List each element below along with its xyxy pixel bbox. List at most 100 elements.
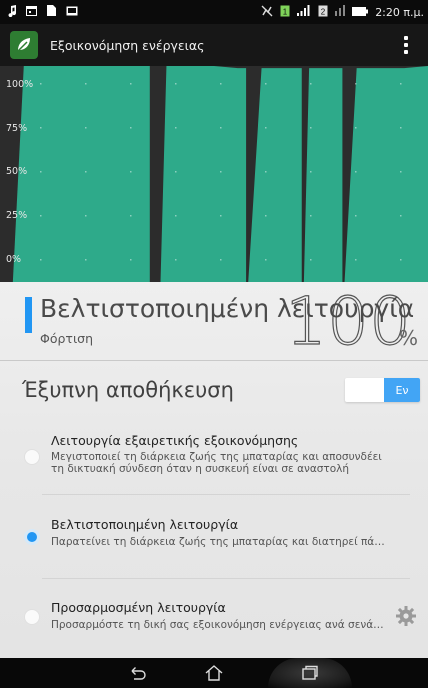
signal-2-icon [335, 5, 346, 19]
grid-dot [175, 215, 177, 217]
grid-dot [310, 259, 312, 261]
grid-dot [85, 215, 87, 217]
gear-icon[interactable] [395, 605, 417, 627]
y-tick-label: 50% [6, 166, 28, 177]
grid-dot [130, 171, 132, 173]
grid-dot [400, 259, 402, 261]
music-note-icon [8, 4, 17, 20]
grid-dot [355, 215, 357, 217]
smart-saving-toggle[interactable]: Εν [345, 378, 420, 402]
grid-dot [265, 259, 267, 261]
grid-dot [310, 215, 312, 217]
grid-dot [355, 259, 357, 261]
grid-dot [400, 127, 402, 129]
option-divider [42, 494, 410, 495]
chart-area-segment [303, 68, 343, 282]
app-title: Εξοικονόμηση ενέργειας [50, 37, 205, 53]
grid-dot [130, 83, 132, 85]
radio-optimized[interactable] [24, 529, 40, 545]
y-tick-label: 100% [6, 79, 34, 90]
grid-dot [175, 127, 177, 129]
grid-dot [265, 127, 267, 129]
mode-accent-bar [25, 297, 32, 333]
grid-dot [175, 171, 177, 173]
grid-dot [175, 259, 177, 261]
option-title: Βελτιστοποιημένη λειτουργία [51, 517, 239, 532]
signal-icon [297, 5, 311, 19]
grid-dot [310, 171, 312, 173]
navigation-bar [0, 658, 428, 688]
mute-icon [261, 5, 273, 20]
option-optimized[interactable]: Βελτιστοποιημένη λειτουργία Παρατείνει τ… [0, 507, 428, 587]
grid-dot [310, 127, 312, 129]
grid-dot [265, 83, 267, 85]
option-ultra-saving[interactable]: Λειτουργία εξαιρετικής εξοικονόμησης Μεγ… [0, 427, 428, 507]
chart-area-segment [160, 66, 247, 282]
home-icon[interactable] [194, 660, 234, 686]
status-time: 2:20 π.μ. [375, 5, 424, 19]
grid-dot [175, 83, 177, 85]
y-tick-label: 75% [6, 123, 28, 134]
battery-icon [352, 6, 369, 19]
sim-1-icon: 1 [280, 5, 290, 20]
option-custom[interactable]: Προσαρμοσμένη λειτουργία Προσαρμόστε τη … [0, 587, 428, 667]
radio-custom[interactable] [24, 609, 40, 625]
grid-dot [130, 127, 132, 129]
grid-dot [220, 259, 222, 261]
calendar-icon [26, 5, 37, 19]
svg-text:2: 2 [321, 7, 326, 16]
grid-dot [400, 171, 402, 173]
grid-dot [40, 259, 42, 261]
battery-chart-svg [12, 66, 428, 282]
battery-chart: 100% 75% 50% 25% 0% [0, 66, 428, 282]
option-description: Προσαρμόστε τη δική σας εξοικονόμηση ενέ… [51, 619, 389, 631]
grid-dot [130, 215, 132, 217]
svg-text:1: 1 [283, 7, 288, 16]
grid-dot [220, 127, 222, 129]
battery-panel: 100 Βελτιστοποιημένη λειτουργία Φόρτιση … [0, 282, 428, 658]
document-icon [46, 5, 57, 19]
grid-dot [85, 127, 87, 129]
back-icon[interactable] [118, 660, 158, 686]
grid-dot [85, 83, 87, 85]
grid-dot [355, 171, 357, 173]
grid-dot [40, 83, 42, 85]
grid-dot [220, 171, 222, 173]
option-divider [42, 578, 410, 579]
grid-dot [265, 215, 267, 217]
grid-dot [310, 83, 312, 85]
smart-saving-title: Έξυπνη αποθήκευση [22, 378, 234, 402]
status-bar: 1 2 2:20 π.μ. [0, 0, 428, 24]
charging-state: Φόρτιση [40, 331, 94, 346]
section-divider [0, 360, 428, 361]
recents-icon[interactable] [290, 660, 330, 686]
grid-dot [85, 259, 87, 261]
chart-area-segment [12, 66, 150, 282]
chart-area-segment [344, 66, 428, 282]
app-toolbar: Εξοικονόμηση ενέργειας [0, 24, 428, 66]
grid-dot [220, 215, 222, 217]
y-tick-label: 0% [6, 254, 22, 265]
leaf-icon [10, 31, 38, 59]
image-icon [66, 6, 78, 19]
sim-2-icon: 2 [318, 5, 328, 20]
grid-dot [40, 171, 42, 173]
option-description: Παρατείνει τη διάρκεια ζωής της μπαταρία… [51, 536, 389, 548]
option-title: Προσαρμοσμένη λειτουργία [51, 600, 226, 615]
chart-area-segment [248, 68, 302, 282]
grid-dot [400, 215, 402, 217]
overflow-menu-icon[interactable] [396, 30, 416, 60]
percent-sign: % [399, 326, 419, 350]
grid-dot [85, 171, 87, 173]
current-mode-title: Βελτιστοποιημένη λειτουργία [40, 294, 415, 323]
toggle-on-label: Εν [384, 378, 420, 402]
grid-dot [40, 215, 42, 217]
grid-dot [220, 83, 222, 85]
grid-dot [130, 259, 132, 261]
battery-status: 100 Βελτιστοποιημένη λειτουργία Φόρτιση … [0, 282, 428, 361]
grid-dot [355, 127, 357, 129]
y-tick-label: 25% [6, 210, 28, 221]
radio-ultra-saving[interactable] [24, 449, 40, 465]
grid-dot [355, 83, 357, 85]
grid-dot [400, 83, 402, 85]
